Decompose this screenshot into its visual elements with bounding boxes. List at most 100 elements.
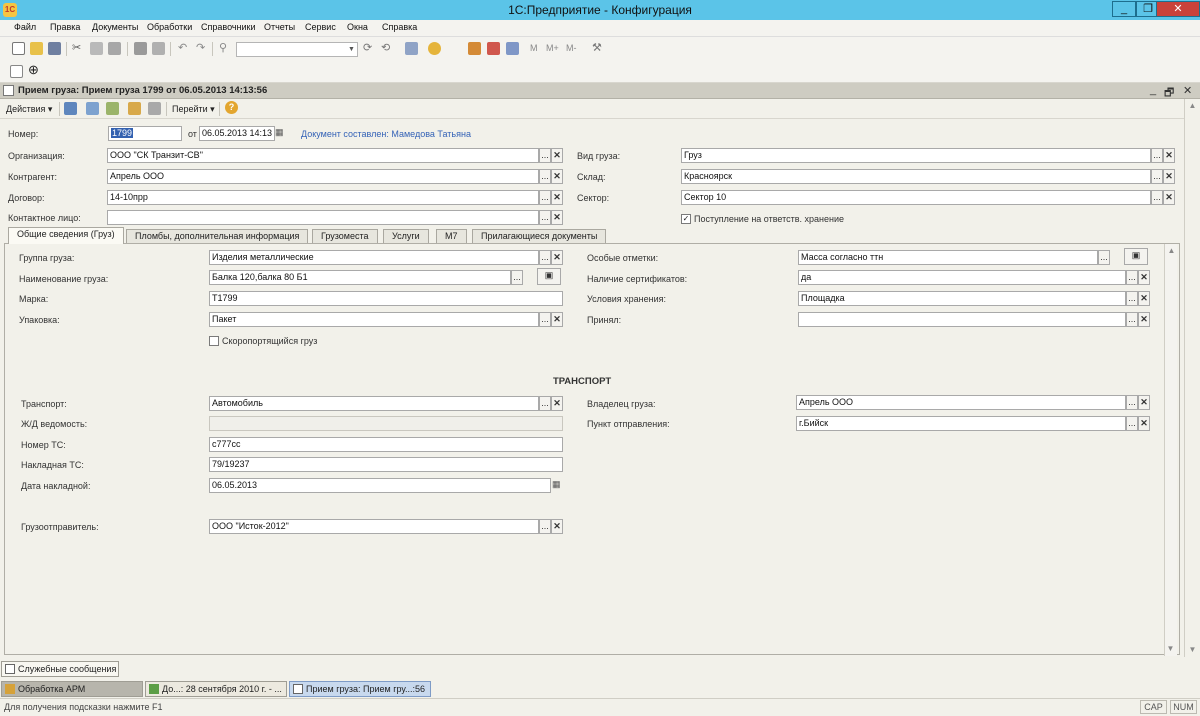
window-scroll-down-icon[interactable]: ▼ [1185,645,1200,654]
cargo-name-save-icon[interactable]: ▣ [537,268,561,285]
task-document-list[interactable]: До...: 28 сентября 2010 г. - ... [145,681,287,697]
scroll-up-icon[interactable]: ▲ [1165,246,1178,255]
windows-icon[interactable] [405,42,418,55]
transport-select-button[interactable]: ... [539,396,551,411]
menu-windows[interactable]: Окна [347,22,368,32]
chevron-down-icon[interactable]: ▼ [346,43,357,56]
menu-edit[interactable]: Правка [50,22,80,32]
notes-select-button[interactable]: ... [1098,250,1110,265]
tab-scrollbar[interactable]: ▲ [1164,244,1177,656]
search-next-icon[interactable]: ⟳ [363,41,372,54]
cargo-type-select-button[interactable]: ... [1151,148,1163,163]
notes-field[interactable]: Масса согласно ттн [798,250,1098,265]
goto-menu-button[interactable]: Перейти ▾ [172,104,215,115]
counterparty-field[interactable]: Апрель ООО [107,169,539,184]
warehouse-select-button[interactable]: ... [1151,169,1163,184]
tab-services[interactable]: Услуги [383,229,429,243]
tools-icon[interactable]: ⚒ [592,41,602,54]
copy-icon[interactable] [90,42,103,55]
custody-checkbox[interactable]: ✓ [681,214,691,224]
counterparty-select-button[interactable]: ... [539,169,551,184]
cargo-group-select-button[interactable]: ... [539,250,551,265]
menu-reports[interactable]: Отчеты [264,22,295,32]
post-and-close-icon[interactable] [64,102,77,115]
close-button[interactable]: ✕ [1156,1,1200,17]
save-icon[interactable] [48,42,61,55]
scroll-down-icon[interactable]: ▼ [1164,644,1177,653]
menu-help[interactable]: Справка [382,22,417,32]
tab-general[interactable]: Общие сведения (Груз) [8,227,124,244]
task-processing-arm[interactable]: Обработка АРМ [1,681,143,697]
service-messages-button[interactable]: Служебные сообщения [1,661,119,677]
actions-menu-button[interactable]: Действия ▾ [6,104,52,115]
cargo-name-field[interactable]: Балка 120,балка 80 Б1 [209,270,511,285]
number-field[interactable]: 1799 [108,126,182,141]
author-link[interactable]: Документ составлен: Мамедова Татьяна [301,129,471,139]
storage-clear-button[interactable]: ✕ [1138,291,1150,306]
window-scroll-up-icon[interactable]: ▲ [1185,101,1200,110]
new-document-icon[interactable] [12,42,25,55]
mark-field[interactable]: Т1799 [209,291,563,306]
warehouse-clear-button[interactable]: ✕ [1163,169,1175,184]
tab-seals[interactable]: Пломбы, дополнительная информация [126,229,309,243]
waybill-date-field[interactable]: 06.05.2013 [209,478,551,493]
departure-field[interactable]: г.Бийск [796,416,1126,431]
cargo-group-field[interactable]: Изделия металлические [209,250,539,265]
packing-clear-button[interactable]: ✕ [551,312,563,327]
memory-m-icon[interactable]: M [530,43,538,53]
packing-field[interactable]: Пакет [209,312,539,327]
cargo-name-select-button[interactable]: ... [511,270,523,285]
memory-mminus-icon[interactable]: M- [566,43,577,53]
shipper-field[interactable]: ООО "Исток-2012" [209,519,539,534]
shipper-clear-button[interactable]: ✕ [551,519,563,534]
memory-mplus-icon[interactable]: M+ [546,43,559,53]
packing-select-button[interactable]: ... [539,312,551,327]
cargo-owner-clear-button[interactable]: ✕ [1138,395,1150,410]
calendar-red-icon[interactable] [487,42,500,55]
tab-attached-documents[interactable]: Прилагающиеся документы [472,229,607,243]
notes-save-icon[interactable]: ▣ [1124,248,1148,265]
organization-select-button[interactable]: ... [539,148,551,163]
doc-close-button[interactable]: ✕ [1183,84,1192,97]
find-icon[interactable]: ⚲ [219,41,227,54]
shipper-select-button[interactable]: ... [539,519,551,534]
task-cargo-receipt[interactable]: Прием груза: Прием гру...:56 [289,681,431,697]
minimize-button[interactable]: _ [1112,1,1136,17]
unpost-icon[interactable] [106,102,119,115]
open-folder-icon[interactable] [30,42,43,55]
redo-icon[interactable]: ↷ [196,41,205,54]
waybill-calendar-icon[interactable]: ▦ [552,479,561,490]
accepted-field[interactable] [798,312,1126,327]
transport-clear-button[interactable]: ✕ [551,396,563,411]
search-input[interactable] [236,42,358,57]
copy-document-icon[interactable] [128,102,141,115]
rail-sheet-field[interactable] [209,416,563,431]
date-field[interactable]: 06.05.2013 14:13 [199,126,275,141]
sector-clear-button[interactable]: ✕ [1163,190,1175,205]
vehicle-number-field[interactable]: с777сс [209,437,563,452]
contact-clear-button[interactable]: ✕ [551,210,563,225]
report-icon[interactable] [10,65,23,78]
contract-clear-button[interactable]: ✕ [551,190,563,205]
contract-field[interactable]: 14-10прр [107,190,539,205]
contract-select-button[interactable]: ... [539,190,551,205]
certificates-field[interactable]: да [798,270,1126,285]
doc-minimize-button[interactable]: _ [1150,84,1156,96]
structure-icon[interactable] [148,102,161,115]
users-icon[interactable] [506,42,519,55]
contact-select-button[interactable]: ... [539,210,551,225]
menu-file[interactable]: Файл [14,22,36,32]
undo-icon[interactable]: ↶ [178,41,187,54]
menu-service[interactable]: Сервис [305,22,336,32]
cut-icon[interactable]: ✂ [72,41,81,54]
cargo-owner-select-button[interactable]: ... [1126,395,1138,410]
cargo-type-field[interactable]: Груз [681,148,1151,163]
paste-icon[interactable] [108,42,121,55]
organization-field[interactable]: ООО "СК Транзит-СВ" [107,148,539,163]
accepted-clear-button[interactable]: ✕ [1138,312,1150,327]
configurator-icon[interactable]: ⊕ [28,62,39,78]
sector-select-button[interactable]: ... [1151,190,1163,205]
storage-field[interactable]: Площадка [798,291,1126,306]
perishable-checkbox[interactable] [209,336,219,346]
accepted-select-button[interactable]: ... [1126,312,1138,327]
